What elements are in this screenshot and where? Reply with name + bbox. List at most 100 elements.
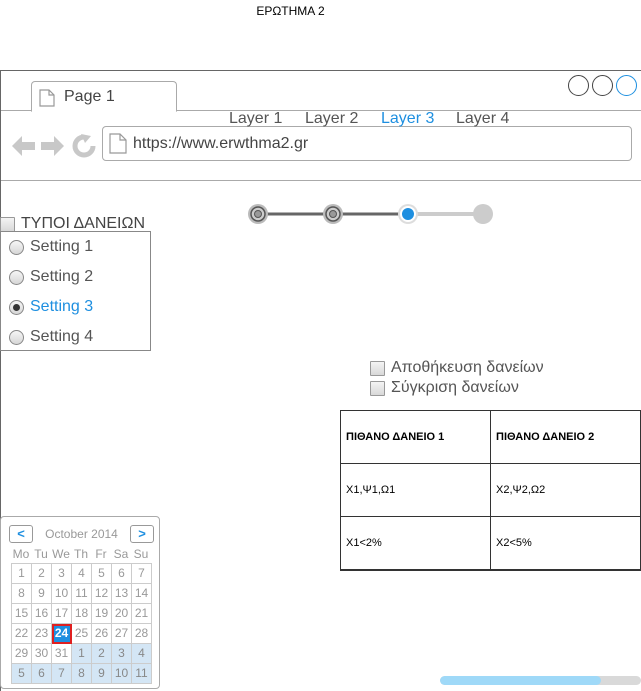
weekday-label: We [52, 547, 70, 561]
calendar-day[interactable]: 26 [92, 624, 112, 644]
table-row: X1<2% X2<5% [340, 516, 641, 571]
calendar-day[interactable]: 18 [72, 604, 92, 624]
radio-button[interactable] [9, 329, 24, 345]
step-node-1[interactable] [248, 204, 268, 224]
radio-label: Setting 2 [30, 268, 94, 285]
close-button[interactable] [616, 75, 637, 96]
calendar-day[interactable]: 17 [52, 604, 72, 624]
radio-setting-4[interactable]: Setting 4 [9, 327, 93, 347]
radio-setting-3[interactable]: Setting 3 [9, 297, 93, 317]
table-header-row: ΠΙΘΑΝΟ ΔΑΝΕΙΟ 1 ΠΙΘΑΝΟ ΔΑΝΕΙΟ 2 [340, 410, 641, 464]
loan-types-checkbox[interactable] [0, 216, 15, 232]
save-loans-label: Αποθήκευση δανείων [391, 359, 544, 376]
calendar-day[interactable]: 4 [72, 564, 92, 584]
reload-icon[interactable] [72, 134, 96, 158]
radio-label: Setting 1 [30, 238, 94, 255]
step-label-2: Layer 2 [305, 110, 359, 127]
calendar-day[interactable]: 8 [12, 584, 32, 604]
calendar-next-button[interactable]: > [130, 525, 154, 543]
radio-button[interactable] [9, 239, 24, 255]
table-cell: X2,Ψ2,Ω2 [490, 463, 641, 517]
calendar-prev-button[interactable]: < [9, 525, 33, 543]
calendar-day[interactable]: 13 [112, 584, 132, 604]
loan-types-radio-group: Setting 1 Setting 2 Setting 3 Setting 4 [0, 231, 151, 351]
step-node-3[interactable] [398, 204, 418, 224]
loan-comparison-table: ΠΙΘΑΝΟ ΔΑΝΕΙΟ 1 ΠΙΘΑΝΟ ΔΑΝΕΙΟ 2 X1,Ψ1,Ω1… [340, 410, 641, 571]
date-picker: October 2014 < > Mo Tu We Th Fr Sa Su 12345678… [0, 516, 160, 689]
save-loans-checkbox[interactable]: Αποθήκευση δανείων [370, 359, 544, 377]
calendar-day[interactable]: 7 [52, 664, 72, 684]
calendar-day[interactable]: 22 [12, 624, 32, 644]
page-icon [39, 89, 55, 112]
calendar-weekdays: Mo Tu We Th Fr Sa Su [11, 547, 151, 561]
calendar-day[interactable]: 5 [12, 664, 32, 684]
step-node-4[interactable] [473, 204, 493, 224]
calendar-day[interactable]: 10 [52, 584, 72, 604]
radio-setting-1[interactable]: Setting 1 [9, 237, 93, 257]
compare-loans-checkbox[interactable]: Σύγκριση δανείων [370, 379, 519, 397]
table-cell: X2<5% [490, 516, 641, 571]
progress-fill [440, 676, 601, 685]
weekday-label: Sa [113, 547, 129, 561]
calendar-header: October 2014 < > [9, 525, 154, 543]
radio-label: Setting 3 [30, 298, 94, 315]
calendar-day[interactable]: 25 [72, 624, 92, 644]
calendar-day[interactable]: 9 [32, 584, 52, 604]
checkbox[interactable] [370, 360, 385, 376]
stepper-track [248, 204, 493, 224]
calendar-day[interactable]: 11 [72, 584, 92, 604]
url-text: https://www.erwthma2.gr [133, 135, 309, 152]
tab-page-1[interactable]: Page 1 [31, 81, 177, 112]
checkbox[interactable] [370, 380, 385, 396]
calendar-day[interactable]: 10 [112, 664, 132, 684]
calendar-day[interactable]: 1 [12, 564, 32, 584]
table-cell: X1<2% [340, 516, 491, 571]
calendar-day[interactable]: 20 [112, 604, 132, 624]
calendar-day[interactable]: 31 [52, 644, 72, 664]
calendar-day[interactable]: 7 [132, 564, 152, 584]
calendar-day[interactable]: 9 [92, 664, 112, 684]
tab-bar: Page 1 [1, 71, 641, 112]
step-node-2[interactable] [323, 204, 343, 224]
calendar-day[interactable]: 11 [132, 664, 152, 684]
table-row: X1,Ψ1,Ω1 X2,Ψ2,Ω2 [340, 463, 641, 517]
calendar-day[interactable]: 19 [92, 604, 112, 624]
maximize-button[interactable] [592, 75, 613, 96]
calendar-day[interactable]: 8 [72, 664, 92, 684]
radio-button[interactable] [9, 269, 24, 285]
calendar-day[interactable]: 14 [132, 584, 152, 604]
weekday-label: Fr [95, 547, 107, 561]
progress-bar [440, 676, 641, 685]
tab-label: Page 1 [64, 88, 115, 105]
calendar-day[interactable]: 15 [12, 604, 32, 624]
calendar-day[interactable]: 27 [112, 624, 132, 644]
compare-loans-label: Σύγκριση δανείων [391, 379, 519, 396]
calendar-day[interactable]: 16 [32, 604, 52, 624]
calendar-day[interactable]: 6 [32, 664, 52, 684]
column-header: ΠΙΘΑΝΟ ΔΑΝΕΙΟ 1 [340, 410, 491, 464]
calendar-day[interactable]: 30 [32, 644, 52, 664]
calendar-day[interactable]: 29 [12, 644, 32, 664]
calendar-day[interactable]: 2 [32, 564, 52, 584]
calendar-day[interactable]: 23 [32, 624, 52, 644]
calendar-day[interactable]: 5 [92, 564, 112, 584]
calendar-day[interactable]: 3 [112, 644, 132, 664]
calendar-day[interactable]: 1 [72, 644, 92, 664]
calendar-day[interactable]: 12 [92, 584, 112, 604]
table-cell: X1,Ψ1,Ω1 [340, 463, 491, 517]
arrow-left-icon[interactable] [12, 136, 35, 156]
calendar-day-selected[interactable]: 24 [52, 624, 72, 644]
weekday-label: Mo [12, 547, 30, 561]
calendar-day[interactable]: 3 [52, 564, 72, 584]
calendar-day[interactable]: 2 [92, 644, 112, 664]
minimize-button[interactable] [568, 75, 589, 96]
calendar-day[interactable]: 4 [132, 644, 152, 664]
address-bar[interactable]: https://www.erwthma2.gr [102, 126, 632, 161]
calendar-day[interactable]: 6 [112, 564, 132, 584]
arrow-right-icon[interactable] [41, 136, 64, 156]
calendar-day[interactable]: 28 [132, 624, 152, 644]
calendar-day[interactable]: 21 [132, 604, 152, 624]
radio-button-selected[interactable] [9, 299, 24, 315]
radio-setting-2[interactable]: Setting 2 [9, 267, 93, 287]
window-controls [568, 75, 637, 96]
